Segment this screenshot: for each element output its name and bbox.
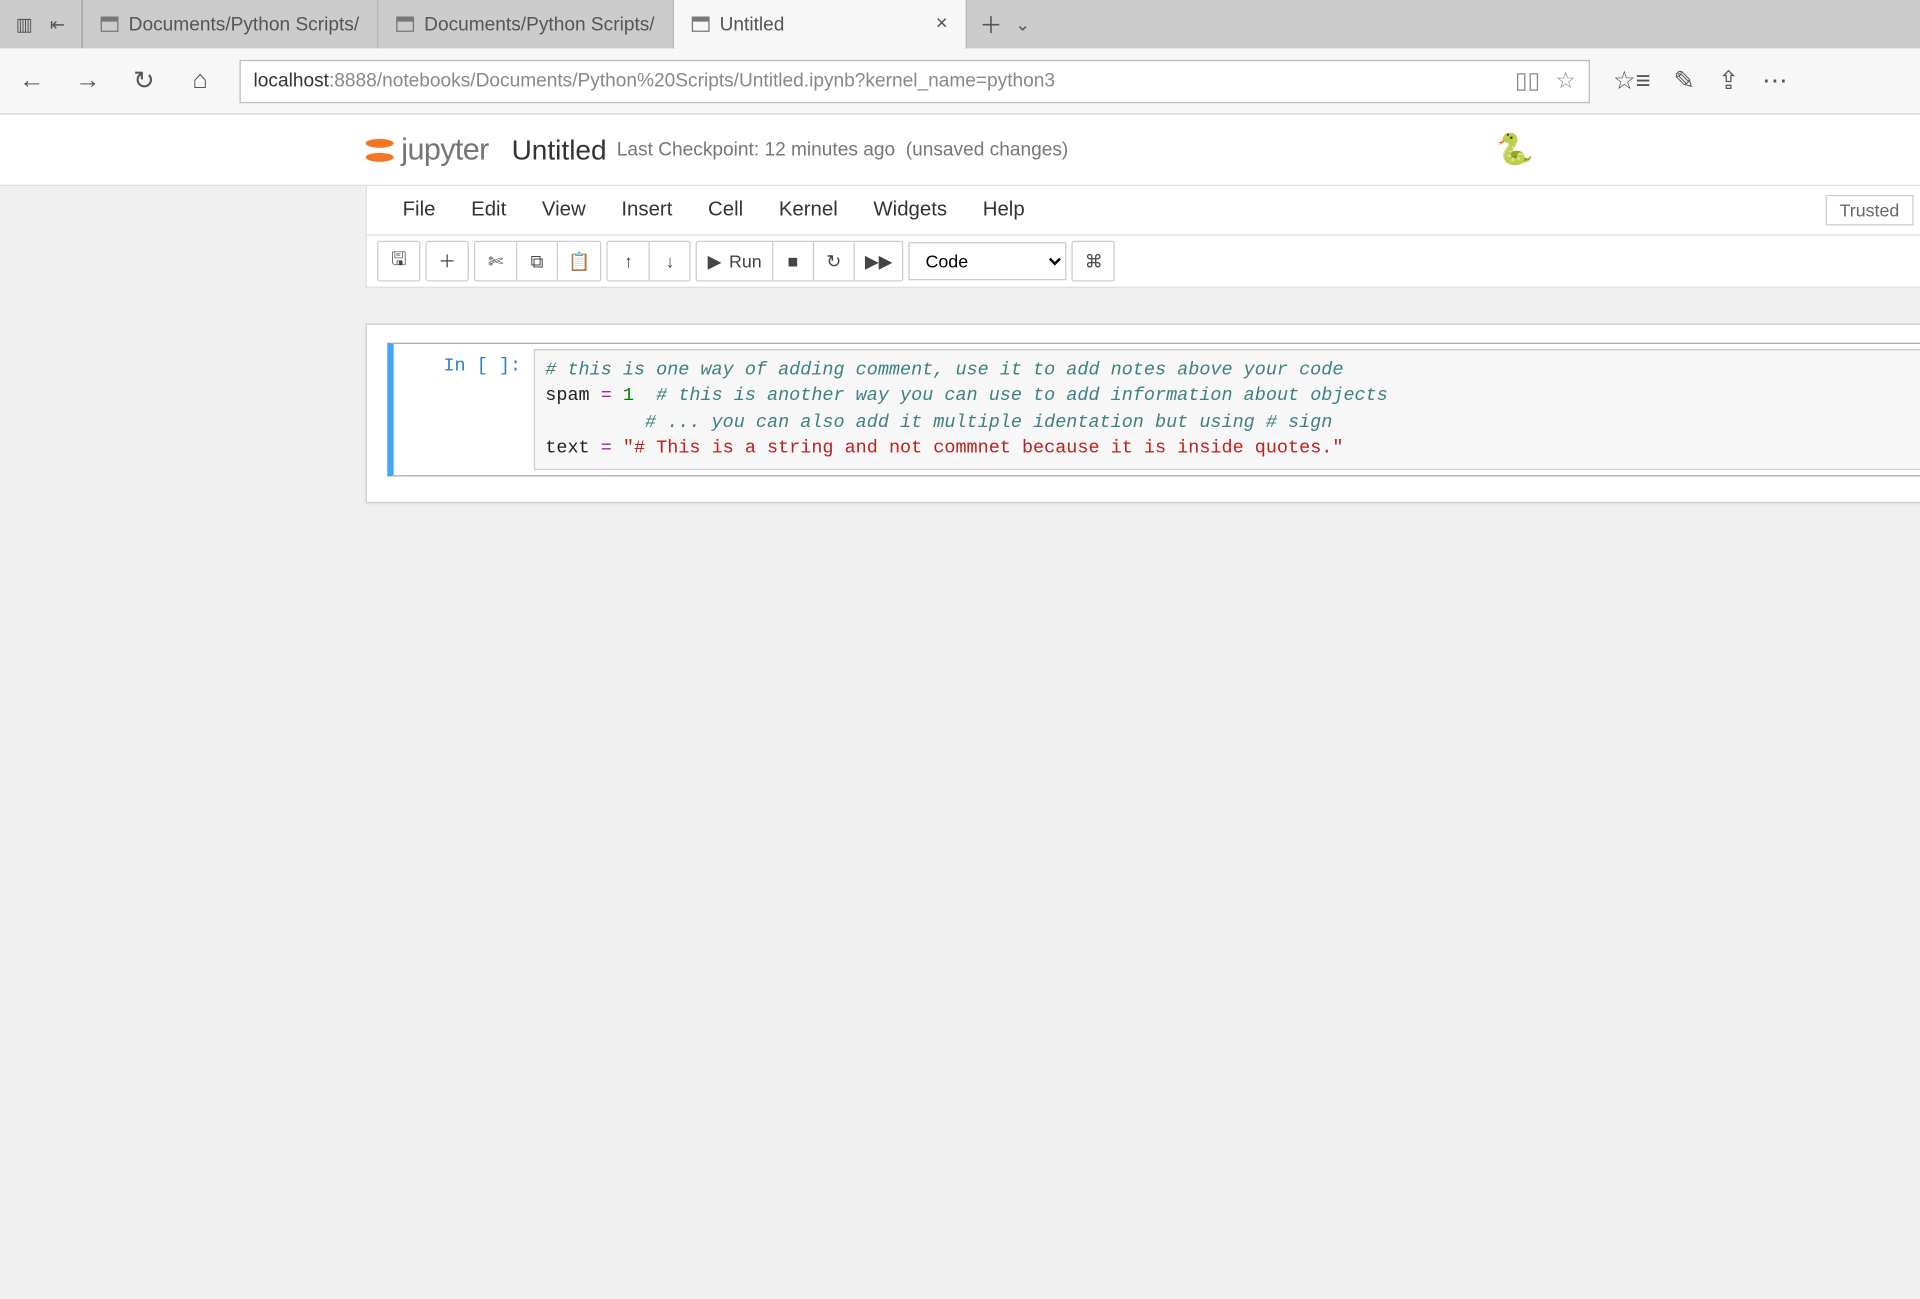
save-icon[interactable]: 🖫 — [378, 242, 419, 280]
menu-file[interactable]: File — [385, 191, 454, 229]
jupyter-menubar: File Edit View Insert Cell Kernel Widget… — [366, 186, 1920, 236]
set-aside-tabs-icon[interactable]: ⇤ — [41, 13, 74, 35]
menu-cell[interactable]: Cell — [690, 191, 761, 229]
code-line2-name: spam — [545, 386, 589, 406]
python-logo-icon: 🐍 — [1496, 131, 1534, 168]
url-path: :8888/notebooks/Documents/Python%20Scrip… — [329, 70, 1055, 92]
tab-favicon-icon — [692, 17, 710, 32]
tab-2-active[interactable]: Untitled × — [674, 0, 967, 48]
tabstrip-extras: ＋ ⌄ — [967, 0, 1043, 48]
code-line1: # this is one way of adding comment, use… — [545, 361, 1343, 381]
address-bar[interactable]: localhost:8888/notebooks/Documents/Pytho… — [240, 59, 1590, 102]
tab-favicon-icon — [396, 17, 414, 32]
copy-icon[interactable]: ⧉ — [516, 242, 557, 280]
browser-toolbar: ← → ↻ ⌂ localhost:8888/notebooks/Documen… — [0, 48, 1920, 114]
jupyter-toolbar: 🖫 ＋ ✄ ⧉ 📋 ↑ ↓ ▶Run ■ ↻ ▶▶ Code ⌘ — [366, 236, 1920, 288]
toolbar-right: ☆≡ ✎ ⇪ ⋯ — [1613, 65, 1795, 97]
code-line4-str: "# This is a string and not commnet beca… — [623, 438, 1344, 458]
refresh-icon[interactable]: ↻ — [127, 65, 160, 97]
command-palette-icon[interactable]: ⌘ — [1073, 242, 1114, 280]
tab-favicon-icon — [101, 17, 119, 32]
code-cell[interactable]: In [ ]: # this is one way of adding comm… — [387, 343, 1920, 477]
jupyter-header: jupyter Untitled Last Checkpoint: 12 min… — [0, 115, 1920, 186]
notebook-panel: In [ ]: # this is one way of adding comm… — [366, 324, 1920, 504]
code-line2-op: = — [590, 386, 623, 406]
add-cell-icon[interactable]: ＋ — [427, 242, 468, 280]
tab-0[interactable]: Documents/Python Scripts/ — [83, 0, 378, 48]
jupyter-logo[interactable]: jupyter — [366, 132, 489, 168]
cut-icon[interactable]: ✄ — [475, 242, 516, 280]
restart-icon[interactable]: ↻ — [813, 242, 854, 280]
cell-prompt: In [ ]: — [394, 349, 534, 470]
home-icon[interactable]: ⌂ — [183, 66, 216, 95]
tab-title: Documents/Python Scripts/ — [424, 13, 654, 35]
notebook-area: In [ ]: # this is one way of adding comm… — [0, 288, 1920, 539]
interrupt-icon[interactable]: ■ — [772, 242, 813, 280]
url-host: localhost — [254, 70, 329, 92]
browser-titlebar: ▥ ⇤ Documents/Python Scripts/ Documents/… — [0, 0, 1920, 48]
tabs-dropdown-icon[interactable]: ⌄ — [1015, 13, 1030, 35]
menu-view[interactable]: View — [524, 191, 603, 229]
run-label: Run — [729, 251, 762, 271]
menu-help[interactable]: Help — [965, 191, 1043, 229]
tabstrip: Documents/Python Scripts/ Documents/Pyth… — [83, 0, 1920, 48]
code-line2-comment: # this is another way you can use to add… — [634, 386, 1388, 406]
share-icon[interactable]: ⇪ — [1718, 65, 1739, 97]
jupyter-brand: jupyter — [401, 132, 488, 168]
tab-title: Documents/Python Scripts/ — [129, 13, 359, 35]
run-button[interactable]: ▶Run — [697, 242, 771, 280]
notebook-title[interactable]: Untitled — [512, 133, 607, 166]
more-icon[interactable]: ⋯ — [1762, 65, 1787, 97]
menu-edit[interactable]: Edit — [453, 191, 524, 229]
code-line2-num: 1 — [623, 386, 634, 406]
code-line4-name: text — [545, 438, 589, 458]
menu-insert[interactable]: Insert — [604, 191, 691, 229]
titlebar-left-controls: ▥ ⇤ — [0, 0, 83, 48]
checkpoint-time: Last Checkpoint: 12 minutes ago — [617, 139, 895, 161]
jupyter-page: jupyter Untitled Last Checkpoint: 12 min… — [0, 115, 1920, 539]
forward-icon[interactable]: → — [71, 66, 104, 95]
tab-title: Untitled — [720, 13, 785, 35]
restart-run-all-icon[interactable]: ▶▶ — [853, 242, 902, 280]
checkpoint-text: Last Checkpoint: 12 minutes ago (unsaved… — [617, 139, 1069, 161]
jupyter-logo-icon — [366, 136, 394, 164]
paste-icon[interactable]: 📋 — [557, 242, 601, 280]
addressbar-icons: ▯▯ ☆ — [1515, 68, 1576, 95]
new-tab-icon[interactable]: ＋ — [980, 8, 1003, 41]
close-tab-icon[interactable]: × — [936, 13, 948, 36]
code-input[interactable]: # this is one way of adding comment, use… — [534, 349, 1920, 470]
move-up-icon[interactable]: ↑ — [608, 242, 649, 280]
menu-kernel[interactable]: Kernel — [761, 191, 856, 229]
notes-icon[interactable]: ✎ — [1674, 65, 1695, 97]
trusted-badge[interactable]: Trusted — [1826, 195, 1914, 226]
menu-widgets[interactable]: Widgets — [856, 191, 965, 229]
favorite-star-icon[interactable]: ☆ — [1555, 68, 1576, 95]
code-line3: # ... you can also add it multiple ident… — [545, 412, 1332, 432]
tab-1[interactable]: Documents/Python Scripts/ — [378, 0, 673, 48]
cell-type-select[interactable]: Code — [909, 242, 1067, 280]
tabs-overview-icon[interactable]: ▥ — [8, 13, 41, 35]
favorites-list-icon[interactable]: ☆≡ — [1613, 65, 1651, 97]
move-down-icon[interactable]: ↓ — [649, 242, 690, 280]
unsaved-indicator: (unsaved changes) — [906, 139, 1069, 161]
code-line4-op: = — [590, 438, 623, 458]
back-icon[interactable]: ← — [15, 66, 48, 95]
reading-view-icon[interactable]: ▯▯ — [1515, 68, 1540, 95]
